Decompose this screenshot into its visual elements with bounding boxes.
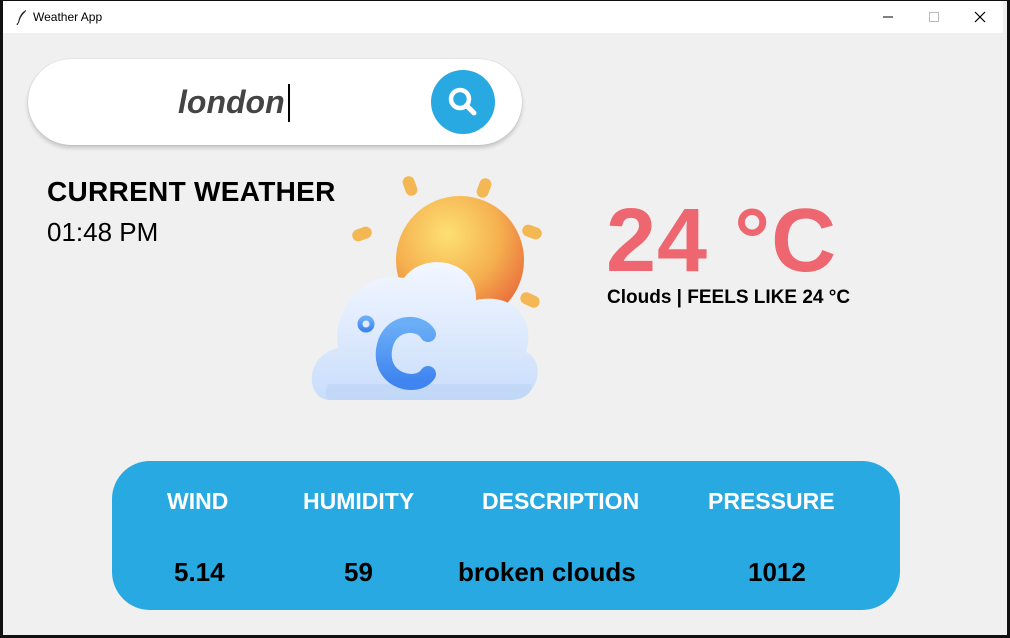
minimize-button[interactable] <box>865 1 911 33</box>
current-weather-label: CURRENT WEATHER <box>47 176 336 207</box>
maximize-icon <box>929 12 939 22</box>
search-input[interactable] <box>178 81 438 123</box>
close-icon <box>974 11 986 23</box>
search-icon <box>448 87 477 116</box>
wind-header: WIND <box>167 488 229 514</box>
sun-cloud-celsius-icon <box>311 176 542 400</box>
description-header: DESCRIPTION <box>482 488 640 514</box>
description-value: broken clouds <box>458 557 636 587</box>
feather-icon <box>16 10 26 25</box>
humidity-value: 59 <box>344 557 373 587</box>
wind-value: 5.14 <box>174 557 225 587</box>
minimize-icon <box>883 16 893 18</box>
pressure-value: 1012 <box>748 557 806 587</box>
title-bar: Weather App <box>3 1 1003 33</box>
pressure-header: PRESSURE <box>708 488 835 514</box>
weather-summary: Clouds | FEELS LIKE 24 °C <box>607 287 851 308</box>
window-title: Weather App <box>33 10 103 24</box>
close-button[interactable] <box>957 1 1003 33</box>
search-button[interactable] <box>431 70 495 134</box>
humidity-header: HUMIDITY <box>303 488 415 514</box>
temperature-value: 24 °C <box>606 191 838 291</box>
maximize-button[interactable] <box>911 1 957 33</box>
weather-details-panel: WIND HUMIDITY DESCRIPTION PRESSURE 5.14 … <box>112 461 900 610</box>
current-time: 01:48 PM <box>47 217 159 247</box>
text-cursor <box>288 84 290 122</box>
